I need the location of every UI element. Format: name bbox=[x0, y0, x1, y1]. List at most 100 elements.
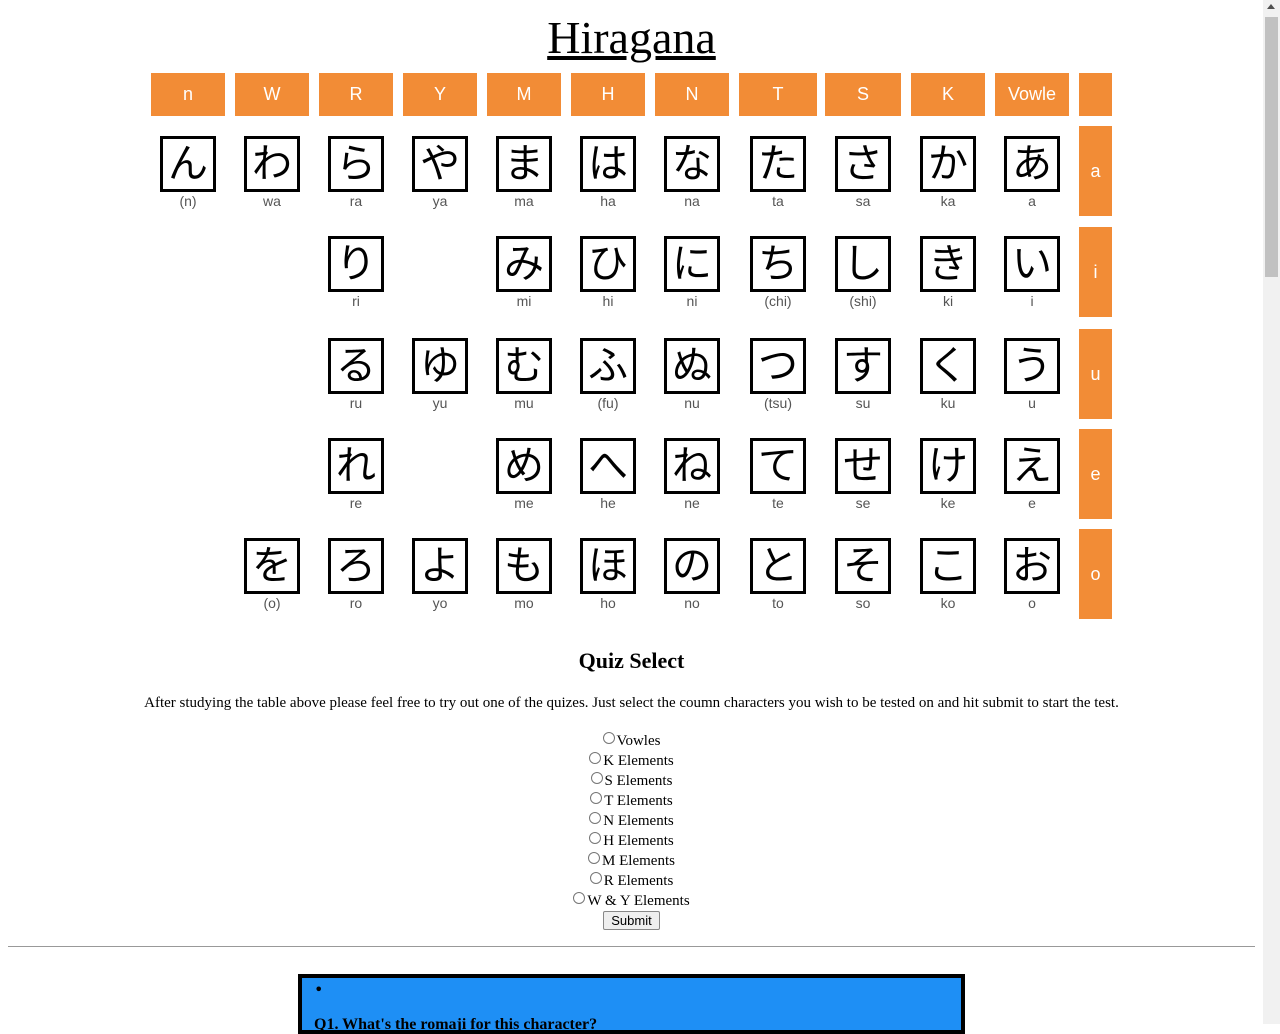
kana-character: せ bbox=[835, 438, 891, 494]
kana-character: わ bbox=[244, 136, 300, 192]
divider bbox=[8, 946, 1255, 947]
romaji-label: a bbox=[1028, 193, 1036, 209]
kana-cell: ひ hi bbox=[580, 236, 636, 308]
kana-character: う bbox=[1004, 338, 1060, 394]
romaji-label: hi bbox=[602, 293, 614, 309]
kana-cell: ん (n) bbox=[160, 136, 216, 208]
kana-character: い bbox=[1004, 236, 1060, 292]
column-header-n[interactable]: N bbox=[655, 73, 729, 116]
quiz-option-radio[interactable] bbox=[590, 792, 603, 804]
kana-character: け bbox=[920, 438, 976, 494]
romaji-label: (chi) bbox=[764, 293, 792, 309]
quiz-option-radio[interactable] bbox=[589, 812, 602, 824]
question-box: • Q1. What's the romaji for this charact… bbox=[298, 974, 965, 1034]
quiz-option[interactable]: H Elements bbox=[0, 831, 1263, 851]
kana-character: ん bbox=[160, 136, 216, 192]
romaji-label: mo bbox=[514, 595, 534, 611]
kana-character: き bbox=[920, 236, 976, 292]
quiz-option-radio[interactable] bbox=[602, 732, 615, 744]
kana-character: な bbox=[664, 136, 720, 192]
quiz-options: Vowles K Elements S Elements T Elements N El… bbox=[0, 731, 1263, 931]
kana-character: く bbox=[920, 338, 976, 394]
kana-cell: く ku bbox=[920, 338, 976, 410]
romaji-label: ke bbox=[940, 495, 956, 511]
romaji-label: i bbox=[1030, 293, 1034, 309]
romaji-label: ra bbox=[349, 193, 363, 209]
quiz-option[interactable]: M Elements bbox=[0, 851, 1263, 871]
column-header-n[interactable]: n bbox=[151, 73, 225, 116]
romaji-label: (n) bbox=[179, 193, 197, 209]
kana-character: ぬ bbox=[664, 338, 720, 394]
kana-character: し bbox=[835, 236, 891, 292]
romaji-label: ka bbox=[940, 193, 956, 209]
column-header-h[interactable]: H bbox=[571, 73, 645, 116]
romaji-label: se bbox=[855, 495, 871, 511]
kana-cell: に ni bbox=[664, 236, 720, 308]
kana-character: み bbox=[496, 236, 552, 292]
romaji-label: su bbox=[855, 395, 871, 411]
quiz-option-radio[interactable] bbox=[589, 752, 602, 764]
column-header-k[interactable]: K bbox=[911, 73, 985, 116]
kana-cell: て te bbox=[750, 438, 806, 510]
romaji-label: to bbox=[772, 595, 784, 611]
quiz-option[interactable]: W & Y Elements bbox=[0, 891, 1263, 911]
romaji-label: ha bbox=[600, 193, 616, 209]
column-header-s[interactable]: S bbox=[825, 73, 901, 116]
kana-cell: ほ ho bbox=[580, 538, 636, 610]
kana-cell: よ yo bbox=[412, 538, 468, 610]
quiz-option-radio[interactable] bbox=[590, 772, 603, 784]
romaji-label: o bbox=[1028, 595, 1036, 611]
kana-character: も bbox=[496, 538, 552, 594]
kana-cell: も mo bbox=[496, 538, 552, 610]
quiz-option-radio[interactable] bbox=[573, 892, 586, 904]
quiz-option-label: W & Y Elements bbox=[587, 893, 690, 909]
vowel-button-o[interactable]: o bbox=[1079, 529, 1112, 619]
vowel-button-a[interactable]: a bbox=[1079, 126, 1112, 216]
kana-cell: と to bbox=[750, 538, 806, 610]
quiz-option-radio[interactable] bbox=[588, 852, 601, 864]
submit-button[interactable]: Submit bbox=[603, 911, 660, 930]
column-header-r[interactable]: R bbox=[319, 73, 393, 116]
scroll-thumb[interactable] bbox=[1265, 17, 1278, 277]
kana-cell: ふ (fu) bbox=[580, 338, 636, 410]
kana-character: あ bbox=[1004, 136, 1060, 192]
quiz-option[interactable]: T Elements bbox=[0, 791, 1263, 811]
quiz-option-radio[interactable] bbox=[589, 872, 602, 884]
kana-cell: おo bbox=[1004, 538, 1060, 610]
vowel-button-i[interactable]: i bbox=[1079, 227, 1112, 317]
column-header-y[interactable]: Y bbox=[403, 73, 477, 116]
quiz-option[interactable]: Vowles bbox=[0, 731, 1263, 751]
kana-character: え bbox=[1004, 438, 1060, 494]
header-blank bbox=[1079, 73, 1112, 116]
kana-cell: れ re bbox=[328, 438, 384, 510]
column-header-vowle[interactable]: Vowle bbox=[995, 73, 1069, 116]
kana-cell: め me bbox=[496, 438, 552, 510]
column-header-w[interactable]: W bbox=[235, 73, 309, 116]
kana-character: よ bbox=[412, 538, 468, 594]
romaji-label: ko bbox=[940, 595, 956, 611]
scroll-up-icon[interactable] bbox=[1267, 4, 1275, 9]
romaji-label: re bbox=[349, 495, 363, 511]
kana-character: ふ bbox=[580, 338, 636, 394]
column-header-t[interactable]: T bbox=[739, 73, 817, 116]
kana-cell: つ (tsu) bbox=[750, 338, 806, 410]
romaji-label: (tsu) bbox=[764, 395, 792, 411]
kana-character: に bbox=[664, 236, 720, 292]
kana-cell: き ki bbox=[920, 236, 976, 308]
quiz-option[interactable]: N Elements bbox=[0, 811, 1263, 831]
column-header-m[interactable]: M bbox=[487, 73, 561, 116]
quiz-option[interactable]: K Elements bbox=[0, 751, 1263, 771]
question-bullet: • bbox=[314, 980, 324, 999]
vowel-button-u[interactable]: u bbox=[1079, 329, 1112, 419]
kana-cell: な na bbox=[664, 136, 720, 208]
romaji-label: (o) bbox=[263, 595, 281, 611]
kana-character: へ bbox=[580, 438, 636, 494]
kana-cell: ま ma bbox=[496, 136, 552, 208]
scrollbar[interactable] bbox=[1263, 0, 1280, 1024]
quiz-option[interactable]: S Elements bbox=[0, 771, 1263, 791]
kana-character: ゆ bbox=[412, 338, 468, 394]
vowel-button-e[interactable]: e bbox=[1079, 429, 1112, 519]
quiz-option[interactable]: R Elements bbox=[0, 871, 1263, 891]
quiz-option-label: R Elements bbox=[603, 873, 674, 889]
quiz-option-radio[interactable] bbox=[589, 832, 602, 844]
